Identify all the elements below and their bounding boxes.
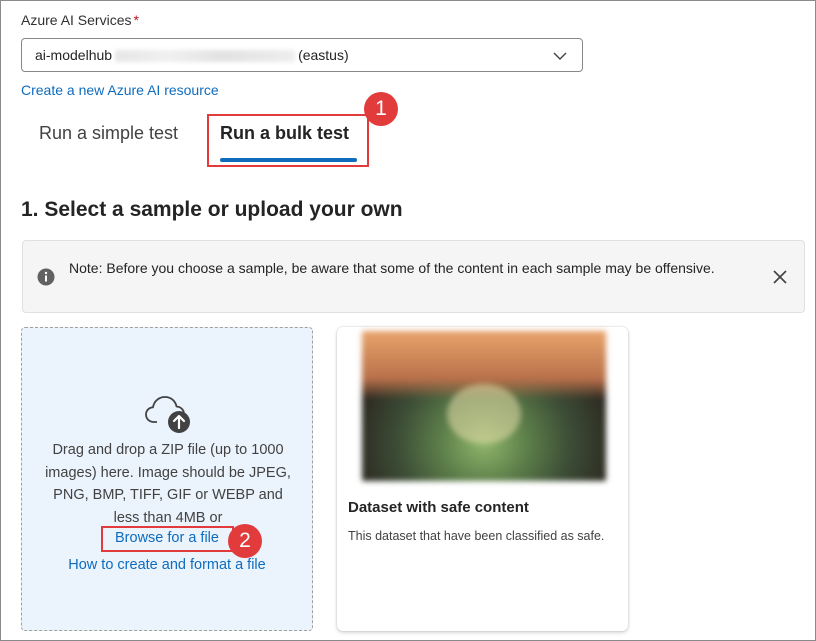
thumbnail-glow <box>447 383 521 444</box>
info-icon <box>37 268 55 286</box>
sample-card-title: Dataset with safe content <box>348 499 529 516</box>
drop-zone-instructions: Drag and drop a ZIP file (up to 1000 ima… <box>45 442 291 526</box>
notice-text: Note: Before you choose a sample, be awa… <box>69 260 715 276</box>
azure-ai-services-dropdown[interactable]: ai-modelhub (eastus) <box>21 38 583 72</box>
required-asterisk: * <box>133 12 139 28</box>
redacted-resource-name <box>115 50 296 63</box>
resource-name-prefix: ai-modelhub <box>35 47 113 63</box>
annotation-box-bulk-tab <box>207 114 369 167</box>
close-icon[interactable] <box>772 269 788 285</box>
dropdown-selected-value: ai-modelhub (eastus) <box>35 47 349 63</box>
tab-run-simple-test[interactable]: Run a simple test <box>39 123 178 144</box>
create-azure-ai-resource-link[interactable]: Create a new Azure AI resource <box>21 82 219 98</box>
sample-card-description: This dataset that have been classified a… <box>348 529 605 543</box>
how-to-create-file-link[interactable]: How to create and format a file <box>68 557 265 573</box>
howto-row: How to create and format a file <box>22 557 312 573</box>
azure-ai-services-label: Azure AI Services * <box>21 12 139 28</box>
annotation-badge-1: 1 <box>364 92 398 126</box>
file-drop-zone[interactable]: Drag and drop a ZIP file (up to 1000 ima… <box>21 327 313 631</box>
annotation-box-browse <box>101 526 234 552</box>
section-title: 1. Select a sample or upload your own <box>21 198 403 221</box>
annotation-badge-2: 2 <box>228 524 262 558</box>
resource-region: (eastus) <box>298 47 349 63</box>
sample-dataset-card-safe[interactable]: Dataset with safe content This dataset t… <box>337 327 628 631</box>
sample-thumbnail-image <box>362 331 606 481</box>
chevron-down-icon <box>553 52 567 60</box>
offensive-content-notice: Note: Before you choose a sample, be awa… <box>22 240 805 313</box>
cloud-upload-icon <box>145 396 190 433</box>
azure-ai-services-label-text: Azure AI Services <box>21 12 132 28</box>
